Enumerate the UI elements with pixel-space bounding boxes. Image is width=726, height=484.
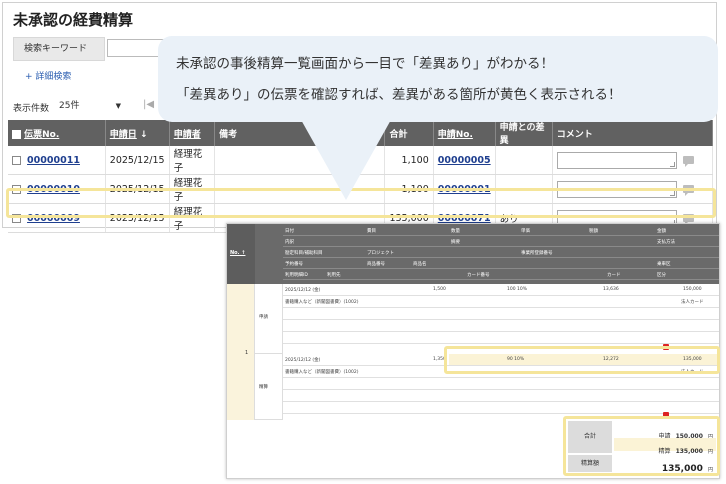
select-all-checkbox[interactable]: [12, 129, 21, 139]
search-label: 検索キーワード: [13, 37, 105, 61]
date-cell: 2025/12/15: [105, 174, 170, 204]
callout-tail: [300, 118, 392, 200]
comment-input[interactable]: [556, 180, 677, 198]
applicant-cell: 経理花子: [169, 146, 216, 175]
detail-header-row-4: 予約番号 商品番号 商品名 乗車区: [283, 259, 719, 269]
pager-first-icon[interactable]: |◀: [143, 99, 154, 110]
col-applicant[interactable]: 申請者: [169, 120, 216, 146]
col-date[interactable]: 申請日 ↓: [105, 120, 170, 146]
slip-no-link[interactable]: 00000010: [27, 184, 80, 195]
detail-header-row-5: 利用明細ID 利用先 カード番号 カード 区分: [283, 270, 719, 280]
applicant-cell: 経理花子: [169, 174, 216, 204]
settlement-diff-highlight: [444, 346, 720, 374]
callout-text-1: 未承認の事後精算一覧画面から一目で「差異あり」がわかる！: [176, 56, 554, 72]
col-diff: 申請との差異: [495, 120, 553, 146]
display-count-select[interactable]: 25件 ▼: [57, 98, 123, 114]
detail-header-row-3: 勘定科目/補助科目 プロジェクト 事業所登録番号: [283, 248, 719, 258]
display-count-label: 表示件数: [13, 104, 50, 114]
chevron-down-icon: ▼: [115, 102, 121, 110]
detail-row-no-cell: 1: [227, 284, 255, 420]
row-checkbox[interactable]: [12, 155, 21, 165]
app-no-link[interactable]: 00000005: [438, 155, 491, 166]
col-total: 合計: [384, 120, 434, 146]
comment-input[interactable]: [556, 151, 677, 169]
date-cell: 2025/12/15: [105, 146, 170, 175]
page-title: 未承認の経費精算: [13, 11, 134, 29]
chat-icon[interactable]: [682, 185, 694, 196]
col-comment: コメント: [552, 120, 714, 146]
display-count-value: 25件: [59, 101, 80, 111]
application-type-cell: 申請: [255, 284, 283, 354]
row-checkbox[interactable]: [12, 184, 21, 194]
detail-header-row-2: 内訳 摘要 支払方法: [283, 237, 719, 247]
chat-icon[interactable]: [682, 156, 694, 167]
date-cell: 2025/12/15: [105, 203, 170, 233]
app-no-link[interactable]: 00000001: [438, 184, 491, 195]
application-line-2: 書籍購入など（新聞図書費）(1002) 法人カード: [283, 296, 719, 308]
detail-no-sort[interactable]: No. ↑: [230, 250, 245, 256]
detail-header: No. ↑ 日付 費目 数量 単価 税額 金額 内訳 摘要 支払方法 勘定科目/…: [227, 224, 719, 284]
applicant-cell: 経理花子: [169, 203, 216, 233]
totals-highlight: [563, 416, 720, 476]
app-no-link[interactable]: 00000071: [438, 213, 491, 224]
slip-no-link[interactable]: 00000011: [27, 155, 80, 166]
chat-icon[interactable]: [682, 214, 694, 225]
col-slip-no[interactable]: 伝票No.: [8, 120, 106, 146]
diff-cell: [495, 146, 553, 175]
settlement-type-cell: 精算: [255, 354, 283, 420]
row-checkbox[interactable]: [12, 213, 21, 223]
col-app-no[interactable]: 申請No.: [433, 120, 496, 146]
detail-header-row-1: 日付 費目 数量 単価 税額 金額: [283, 226, 719, 236]
sort-desc-icon: ↓: [139, 129, 148, 140]
advanced-search-link[interactable]: + 詳細検索: [25, 69, 71, 82]
detail-no-column: No. ↑: [227, 224, 255, 284]
total-cell: 1,100: [384, 146, 434, 175]
slip-no-link[interactable]: 00000009: [27, 213, 80, 224]
total-cell: 1,100: [384, 174, 434, 204]
callout-bubble: [158, 36, 718, 122]
diff-cell: [495, 174, 553, 204]
detail-row-no: 1: [245, 350, 249, 356]
application-line-1: 2025/12/12 (金) 1,500 100 10% 13,636 150,…: [283, 284, 719, 296]
callout-text-2: 「差異あり」の伝票を確認すれば、差異がある箇所が黄色く表示される！: [176, 87, 622, 103]
